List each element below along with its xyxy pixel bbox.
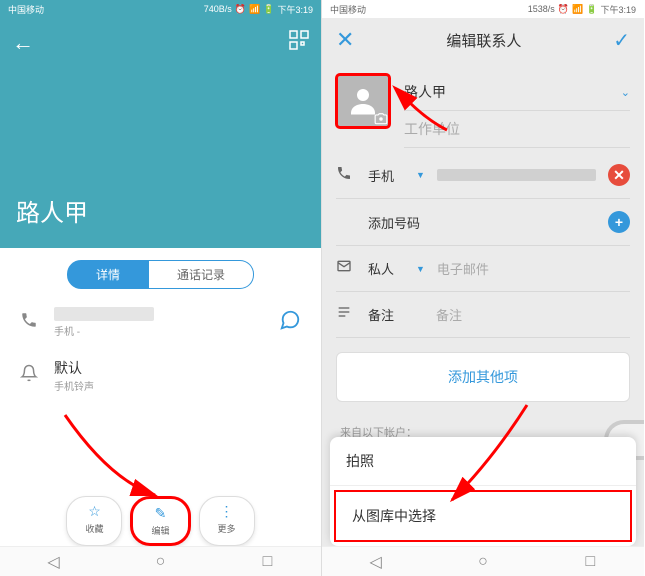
- back-button[interactable]: ←: [12, 30, 34, 56]
- email-type-label[interactable]: 私人: [368, 259, 404, 278]
- phone-icon: [336, 165, 356, 186]
- signal-icon: 📶: [572, 4, 583, 15]
- confirm-button[interactable]: ✓: [613, 28, 630, 53]
- nav-home[interactable]: ○: [149, 554, 173, 570]
- avatar-section: 路人甲 ⌄ 工作单位: [322, 62, 644, 152]
- form-section: 手机 ▼ ✕ 添加号码 + 私人 ▼ 电子邮件 备注 备注: [322, 152, 644, 338]
- clock: 下午3:19: [277, 3, 313, 16]
- tabs: 详情 通话记录: [0, 248, 321, 297]
- battery-icon: 🔋: [263, 4, 274, 15]
- phone-label: 手机 -: [54, 323, 265, 338]
- alarm-icon: ⏰: [558, 4, 569, 15]
- tab-detail[interactable]: 详情: [67, 260, 149, 289]
- edit-button[interactable]: ✎ 编辑: [130, 496, 190, 546]
- ringtone-row[interactable]: 默认 手机铃声: [0, 348, 321, 403]
- tab-call-log[interactable]: 通话记录: [149, 260, 254, 289]
- gallery-option[interactable]: 从图库中选择: [334, 490, 632, 542]
- email-row: 私人 ▼ 电子邮件: [336, 246, 630, 292]
- clock: 下午3:19: [600, 3, 636, 16]
- nav-back[interactable]: ◁: [42, 554, 66, 570]
- phone-value-blurred[interactable]: [437, 169, 596, 181]
- phone-icon: [20, 311, 40, 334]
- phone-number-blurred: [54, 307, 154, 321]
- remove-button[interactable]: ✕: [608, 164, 630, 186]
- dots-icon: ⋮: [220, 503, 234, 520]
- status-bar: 中国移动 1538/s ⏰ 📶 🔋 下午3:19: [322, 0, 644, 18]
- network-speed: 740B/s: [204, 4, 232, 14]
- signal-icon: 📶: [249, 4, 260, 15]
- phone-type-label[interactable]: 手机: [368, 166, 404, 185]
- action-bar: ☆ 收藏 ✎ 编辑 ⋮ 更多: [0, 496, 321, 546]
- contact-header: ← 路人甲: [0, 18, 321, 248]
- system-nav: ◁ ○ □: [322, 546, 644, 576]
- pencil-icon: ✎: [155, 505, 167, 522]
- dropdown-icon: ▼: [416, 264, 425, 274]
- carrier-label: 中国移动: [330, 3, 366, 16]
- add-number-row[interactable]: 添加号码 +: [336, 199, 630, 246]
- avatar[interactable]: [336, 74, 390, 128]
- network-speed: 1538/s: [528, 4, 555, 14]
- left-phone-screen: 中国移动 740B/s ⏰ 📶 🔋 下午3:19 ← 路人甲 详情 通话记录: [0, 0, 322, 576]
- page-title: 编辑联系人: [446, 30, 521, 51]
- ringtone-sub: 手机铃声: [54, 378, 301, 393]
- message-icon[interactable]: [279, 309, 301, 337]
- phone-row[interactable]: 手机 -: [0, 297, 321, 348]
- add-button[interactable]: +: [608, 211, 630, 233]
- photo-picker-sheet: 拍照 从图库中选择: [330, 437, 636, 546]
- right-phone-screen: 中国移动 1538/s ⏰ 📶 🔋 下午3:19 ✕ 编辑联系人 ✓ 路人甲 ⌄…: [322, 0, 644, 576]
- dropdown-icon: ▼: [416, 170, 425, 180]
- qr-icon[interactable]: [289, 30, 309, 50]
- add-number-label: 添加号码: [368, 213, 596, 232]
- company-field[interactable]: 工作单位: [404, 119, 630, 139]
- nav-recent[interactable]: □: [256, 554, 280, 570]
- nav-recent[interactable]: □: [578, 554, 602, 570]
- nav-back[interactable]: ◁: [364, 554, 388, 570]
- system-nav: ◁ ○ □: [0, 546, 321, 576]
- phone-field-row: 手机 ▼ ✕: [336, 152, 630, 199]
- edit-header: ✕ 编辑联系人 ✓: [322, 18, 644, 62]
- ringtone-title: 默认: [54, 358, 301, 378]
- camera-option[interactable]: 拍照: [330, 437, 636, 486]
- more-button[interactable]: ⋮ 更多: [199, 496, 255, 546]
- close-button[interactable]: ✕: [336, 27, 354, 53]
- email-icon: [336, 258, 356, 279]
- name-field[interactable]: 路人甲: [404, 82, 611, 102]
- bell-icon: [20, 364, 40, 387]
- email-field[interactable]: 电子邮件: [437, 259, 630, 278]
- favorite-button[interactable]: ☆ 收藏: [66, 496, 122, 546]
- star-icon: ☆: [88, 503, 101, 520]
- notes-icon: [336, 304, 356, 325]
- carrier-label: 中国移动: [8, 3, 44, 16]
- status-bar: 中国移动 740B/s ⏰ 📶 🔋 下午3:19: [0, 0, 321, 18]
- nav-home[interactable]: ○: [471, 554, 495, 570]
- battery-icon: 🔋: [586, 4, 597, 15]
- notes-label: 备注: [368, 305, 404, 324]
- expand-icon[interactable]: ⌄: [621, 86, 630, 99]
- notes-row: 备注 备注: [336, 292, 630, 338]
- contact-name: 路人甲: [16, 193, 88, 228]
- notes-field[interactable]: 备注: [436, 305, 630, 324]
- alarm-icon: ⏰: [235, 4, 246, 15]
- add-other-button[interactable]: 添加其他项: [336, 352, 630, 402]
